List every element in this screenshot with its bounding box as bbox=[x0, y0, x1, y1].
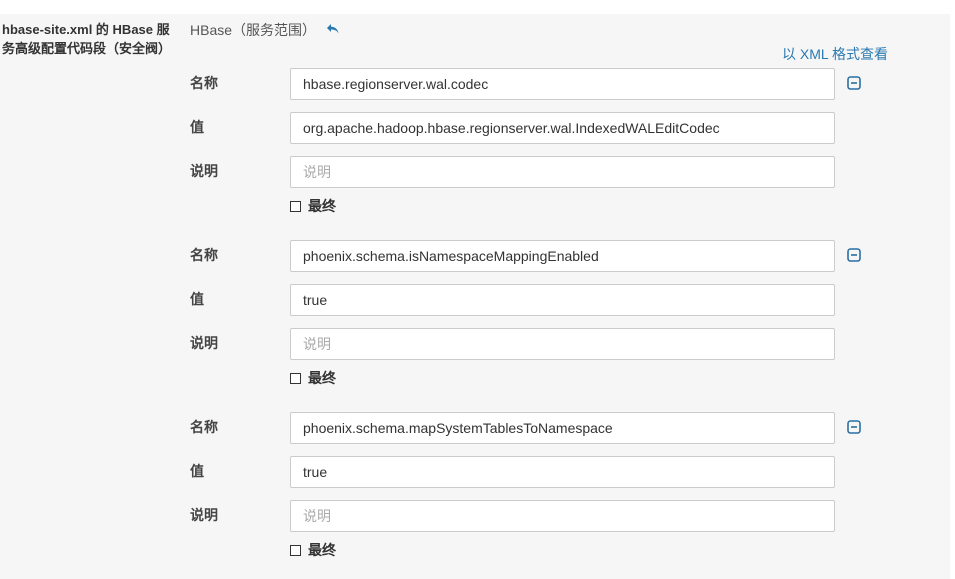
view-as-xml-link[interactable]: 以 XML 格式查看 bbox=[782, 44, 888, 64]
entry-3-name-input[interactable]: phoenix.schema.mapSystemTablesToNamespac… bbox=[290, 412, 835, 444]
final-label: 最终 bbox=[308, 542, 336, 558]
entry-3-description-input[interactable]: 说明 bbox=[290, 500, 835, 532]
entry-1-value-input[interactable]: org.apache.hadoop.hbase.regionserver.wal… bbox=[290, 112, 835, 144]
entry-2-name-input[interactable]: phoenix.schema.isNamespaceMappingEnabled bbox=[290, 240, 835, 272]
entry-1-description-label: 说明 bbox=[190, 163, 218, 179]
entry-1-final-checkbox[interactable]: 最终 bbox=[290, 197, 336, 215]
entry-1-description-input[interactable]: 说明 bbox=[290, 156, 835, 188]
entry-2-value-input[interactable]: true bbox=[290, 284, 835, 316]
entry-3-value-label: 值 bbox=[190, 463, 204, 479]
entry-3-description-label: 说明 bbox=[190, 507, 218, 523]
remove-entry-icon[interactable] bbox=[847, 76, 861, 90]
entry-2-description-input[interactable]: 说明 bbox=[290, 328, 835, 360]
checkbox-box[interactable] bbox=[290, 372, 301, 384]
entry-1-value-label: 值 bbox=[190, 119, 204, 135]
entry-3-final-checkbox[interactable]: 最终 bbox=[290, 541, 336, 559]
property-label: hbase-site.xml 的 HBase 服务高级配置代码段（安全阀） bbox=[2, 22, 172, 56]
entry-3-name-label: 名称 bbox=[190, 419, 218, 435]
entry-1-name-input[interactable]: hbase.regionserver.wal.codec bbox=[290, 68, 835, 100]
checkbox-box[interactable] bbox=[290, 544, 301, 556]
entry-3-value-input[interactable]: true bbox=[290, 456, 835, 488]
entry-2-description-label: 说明 bbox=[190, 335, 218, 351]
entry-1-name-label: 名称 bbox=[190, 75, 218, 91]
entry-2-value-label: 值 bbox=[190, 291, 204, 307]
remove-entry-icon[interactable] bbox=[847, 420, 861, 434]
entry-2-final-checkbox[interactable]: 最终 bbox=[290, 369, 336, 387]
remove-entry-icon[interactable] bbox=[847, 248, 861, 262]
entry-2-name-label: 名称 bbox=[190, 247, 218, 263]
final-label: 最终 bbox=[308, 370, 336, 386]
undo-arrow-icon[interactable] bbox=[326, 22, 340, 36]
checkbox-box[interactable] bbox=[290, 200, 301, 212]
scope-label: HBase（服务范围） bbox=[190, 22, 317, 38]
final-label: 最终 bbox=[308, 198, 336, 214]
